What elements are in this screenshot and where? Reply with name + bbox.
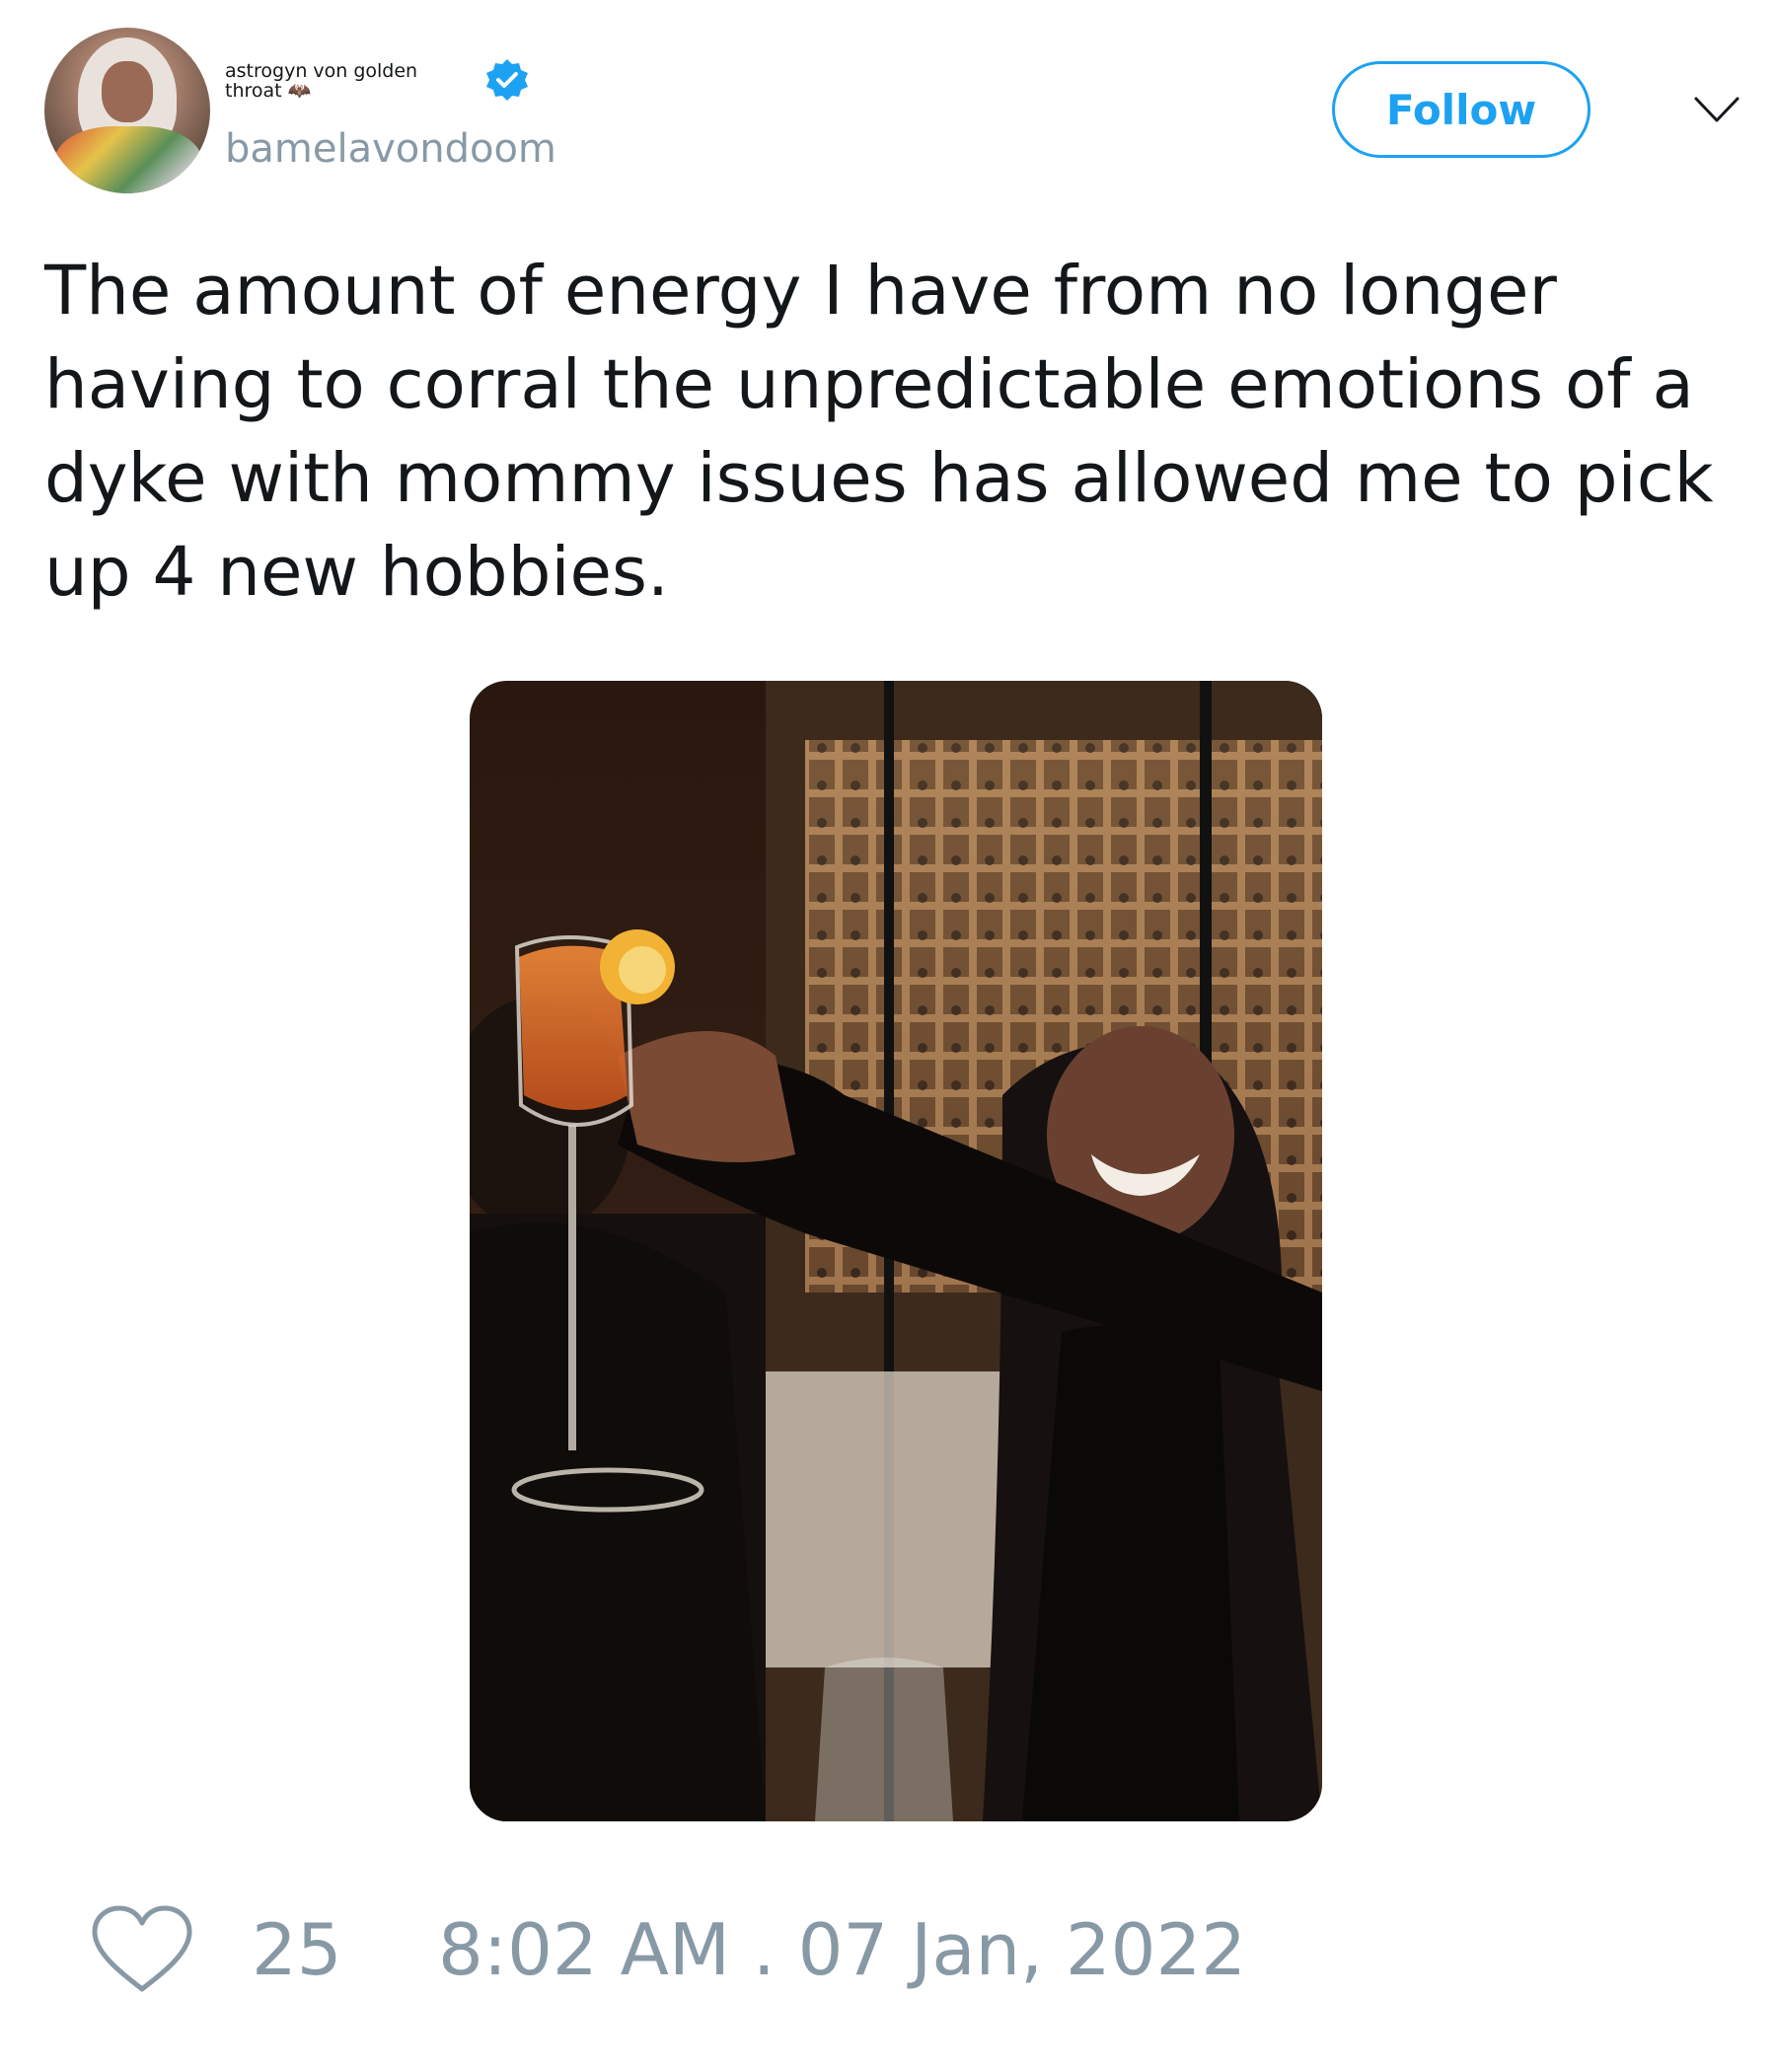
author-handle[interactable]: bamelavondoom	[225, 126, 556, 172]
avatar-face	[102, 61, 153, 122]
author-display-name[interactable]: astrogyn von golden throat 🦇	[225, 61, 462, 101]
tweet-photo[interactable]	[470, 681, 1322, 1821]
tweet-timestamp[interactable]: 8:02 AM . 07 Jan, 2022	[438, 1904, 1246, 1995]
author-avatar[interactable]	[44, 28, 210, 193]
chevron-down-icon[interactable]	[1693, 95, 1740, 124]
heart-icon[interactable]	[91, 1904, 193, 1995]
verified-badge-icon	[486, 59, 528, 101]
tweet-photo-image	[470, 681, 1322, 1821]
follow-button[interactable]: Follow	[1332, 61, 1591, 158]
tweet-text: The amount of energy I have from no long…	[44, 252, 1714, 612]
avatar-outfit	[54, 126, 202, 193]
like-count: 25	[252, 1908, 342, 1991]
